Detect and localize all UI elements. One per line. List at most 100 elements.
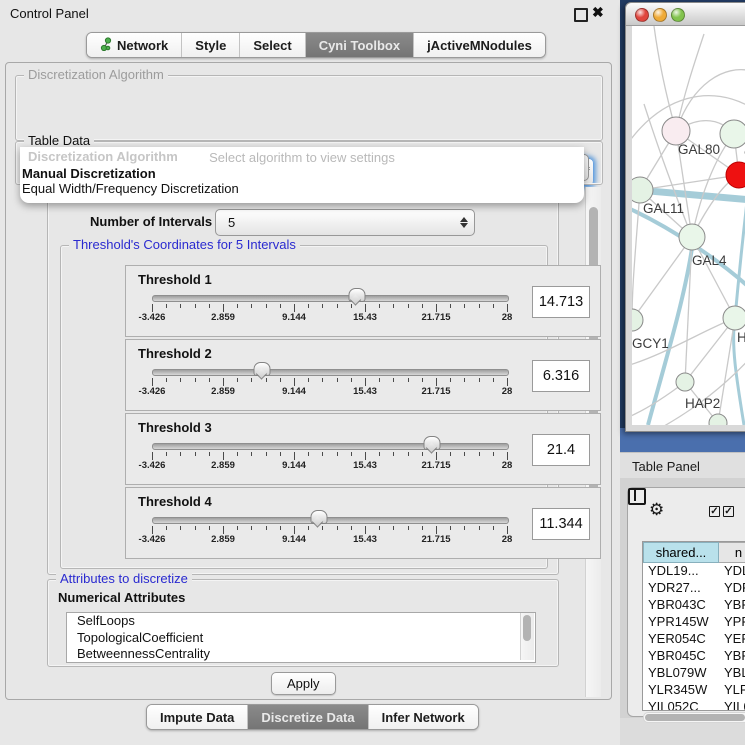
table-row[interactable]: YPR145WYPR1: [643, 614, 745, 631]
threshold-value[interactable]: 6.316: [532, 360, 590, 392]
network-node-node-H[interactable]: [723, 306, 745, 330]
float-icon[interactable]: [574, 8, 588, 22]
list-scrollbar[interactable]: [520, 613, 534, 660]
threshold-slider[interactable]: -3.4262.8599.14415.4321.71528: [152, 514, 507, 548]
threshold-value[interactable]: 14.713: [532, 286, 590, 318]
table-row[interactable]: YDR27...YDR2: [643, 580, 745, 597]
network-node-GAL80[interactable]: [662, 117, 690, 145]
screen: Control Panel ✖ NetworkStyleSelectCyni T…: [0, 0, 745, 745]
network-node-GAL4[interactable]: [679, 224, 705, 250]
network-node-GAL11[interactable]: [632, 177, 653, 203]
node-attribute-table[interactable]: shared... n YDL19...YDL1YDR27...YDR2YBR0…: [642, 541, 745, 711]
tab-label: Infer Network: [382, 710, 465, 725]
tab-select[interactable]: Select: [240, 33, 305, 57]
tick-mark: [223, 304, 224, 312]
tick-mark: [507, 526, 508, 534]
network-window-titlebar[interactable]: [626, 3, 745, 26]
checkbox-icon[interactable]: ✓: [709, 506, 720, 517]
column-header[interactable]: shared...: [643, 542, 719, 563]
threshold-slider[interactable]: -3.4262.8599.14415.4321.71528: [152, 292, 507, 326]
network-node-node-top-right[interactable]: [720, 120, 745, 148]
table-row[interactable]: YDL19...YDL1: [643, 563, 745, 580]
tick-mark: [351, 304, 352, 308]
tick-mark: [322, 452, 323, 456]
algorithm-option[interactable]: Manual Discretization: [22, 166, 156, 181]
tick-mark: [223, 526, 224, 534]
close-icon[interactable]: ✖: [592, 4, 604, 21]
tab-style[interactable]: Style: [182, 33, 240, 57]
checkbox-icon[interactable]: ✓: [723, 506, 734, 517]
algorithm-option[interactable]: Equal Width/Frequency Discretization: [22, 181, 239, 196]
tab-impute-data[interactable]: Impute Data: [147, 705, 248, 729]
slider-thumb[interactable]: [310, 510, 327, 524]
slider-track[interactable]: [152, 517, 509, 524]
tab-network[interactable]: Network: [87, 33, 182, 57]
tick-mark: [436, 378, 437, 386]
table-row[interactable]: YLR345WYLR3: [643, 682, 745, 699]
num-intervals-combobox[interactable]: 5: [215, 209, 475, 236]
table-row[interactable]: YBL079WYBL0: [643, 665, 745, 682]
slider-thumb[interactable]: [348, 288, 365, 302]
table-cell: YIL052C: [643, 699, 719, 711]
attribute-list-item[interactable]: BetweennessCentrality: [67, 646, 535, 663]
tab-discretize-data[interactable]: Discretize Data: [248, 705, 368, 729]
tick-mark: [450, 378, 451, 382]
tick-mark: [351, 452, 352, 456]
network-node-HAP2[interactable]: [676, 373, 694, 391]
table-panel-title: Table Panel: [632, 459, 700, 474]
tick-mark: [308, 452, 309, 456]
table-cell: YBL079W: [643, 665, 719, 682]
threshold-panel: Threshold 1-3.4262.8599.14415.4321.71528…: [125, 265, 601, 337]
slider-track[interactable]: [152, 443, 509, 450]
threshold-value[interactable]: 21.4: [532, 434, 590, 466]
tab-infer-network[interactable]: Infer Network: [369, 705, 478, 729]
table-row[interactable]: YBR043CYBR0: [643, 597, 745, 614]
tick-mark: [180, 452, 181, 456]
network-node-GCY1[interactable]: [632, 309, 643, 331]
threshold-slider[interactable]: -3.4262.8599.14415.4321.71528: [152, 366, 507, 400]
split-view-icon[interactable]: [628, 488, 646, 505]
threshold-panel: Threshold 4-3.4262.8599.14415.4321.71528…: [125, 487, 601, 559]
column-header[interactable]: n: [719, 542, 745, 563]
algorithm-prompt-option[interactable]: Select algorithm to view settings: [20, 150, 584, 165]
threshold-value[interactable]: 11.344: [532, 508, 590, 540]
table-row[interactable]: YER054CYER0: [643, 631, 745, 648]
table-cell: YLR345W: [643, 682, 719, 699]
horizontal-scrollbar[interactable]: [643, 712, 745, 723]
close-light-icon[interactable]: [635, 8, 649, 22]
network-view-window: GAL80G.CGAL11GAL4GCY1HHAP2: [625, 2, 745, 432]
tick-label: 2.859: [211, 312, 235, 323]
tick-mark: [479, 378, 480, 382]
network-node-node-red[interactable]: [726, 162, 745, 188]
gear-icon[interactable]: ⚙: [649, 501, 664, 518]
minimize-light-icon[interactable]: [653, 8, 667, 22]
table-row[interactable]: YIL052CYIL0: [643, 699, 745, 711]
tick-mark: [152, 304, 153, 312]
slider-thumb[interactable]: [254, 362, 271, 376]
tick-mark: [251, 452, 252, 456]
threshold-slider[interactable]: -3.4262.8599.14415.4321.71528: [152, 440, 507, 474]
table-panel-titlebar[interactable]: Table Panel: [620, 452, 745, 480]
zoom-light-icon[interactable]: [671, 8, 685, 22]
scrollbar-thumb[interactable]: [645, 714, 745, 721]
tick-mark: [422, 378, 423, 382]
table-cell: YBL0: [719, 665, 745, 682]
apply-button[interactable]: Apply: [271, 672, 336, 695]
slider-thumb[interactable]: [424, 436, 441, 450]
scrollbar-thumb[interactable]: [523, 615, 531, 641]
attribute-list-item[interactable]: TopologicalCoefficient: [67, 630, 535, 647]
tab-label: jActiveMNodules: [427, 38, 532, 53]
tick-mark: [195, 526, 196, 530]
algorithm-group-title: Discretization Algorithm: [24, 68, 168, 82]
tab-jactivemnodules[interactable]: jActiveMNodules: [414, 33, 545, 57]
slider-track[interactable]: [152, 369, 509, 376]
table-row[interactable]: YBR045CYBR0: [643, 648, 745, 665]
network-canvas[interactable]: GAL80G.CGAL11GAL4GCY1HHAP2: [632, 26, 745, 425]
tick-mark: [166, 526, 167, 530]
tick-mark: [280, 304, 281, 308]
control-panel: Control Panel ✖ NetworkStyleSelectCyni T…: [0, 0, 620, 745]
slider-track[interactable]: [152, 295, 509, 302]
attribute-list-item[interactable]: SelfLoops: [67, 613, 535, 630]
numerical-attributes-list[interactable]: SelfLoopsTopologicalCoefficientBetweenne…: [66, 612, 536, 663]
tab-cyni-toolbox[interactable]: Cyni Toolbox: [306, 33, 414, 57]
